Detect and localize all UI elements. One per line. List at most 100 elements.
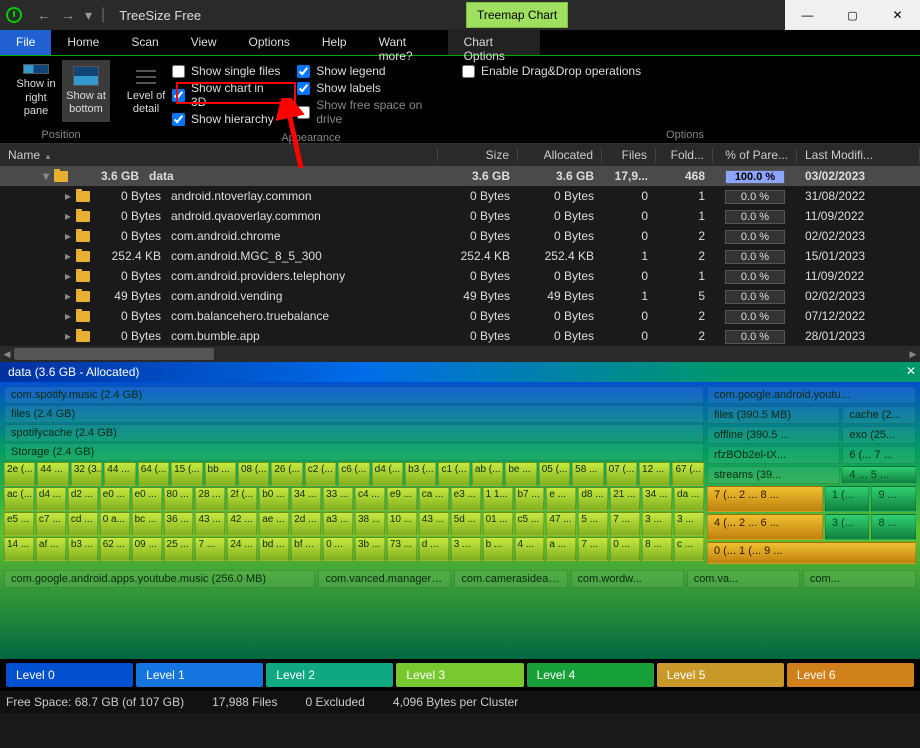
treemap-cell[interactable]: bb ...	[205, 462, 236, 486]
treemap-cell[interactable]: c2 (...	[305, 462, 336, 486]
treemap-cell[interactable]: c5 ...	[515, 512, 545, 536]
treemap-cell[interactable]: 07 (...	[606, 462, 637, 486]
treemap-cell[interactable]: be ...	[505, 462, 536, 486]
expand-icon[interactable]: ▸	[62, 329, 74, 343]
treemap-cell[interactable]: 62 ...	[100, 537, 130, 561]
treemap-cell[interactable]: exo (25...	[842, 426, 916, 444]
col-files[interactable]: Files	[602, 148, 656, 162]
treemap-cell[interactable]: 26 (...	[271, 462, 302, 486]
treemap-cell[interactable]: 5d ...	[451, 512, 481, 536]
treemap-cell[interactable]: 7 (... 2 ... 8 ...	[707, 486, 823, 512]
table-row[interactable]: ▸0 Bytescom.android.providers.telephony0…	[0, 266, 920, 286]
treemap-cell[interactable]: 9 ...	[871, 486, 916, 512]
treemap-cell[interactable]: 8 ...	[642, 537, 672, 561]
legend-level-6[interactable]: Level 6	[787, 663, 914, 687]
treemap-cell[interactable]: a ...	[546, 537, 576, 561]
treemap-cell[interactable]: ab (...	[472, 462, 503, 486]
treemap-cell[interactable]: 44 ...	[37, 462, 68, 486]
treemap-cell[interactable]: com.google.android.apps.youtube.music (2…	[4, 570, 315, 588]
treemap-chart[interactable]: com.spotify.music (2.4 GB)files (2.4 GB)…	[0, 382, 920, 659]
expand-icon[interactable]: ▸	[62, 209, 74, 223]
scroll-right-icon[interactable]: ▶	[906, 346, 920, 362]
treemap-cell[interactable]: d4 (...	[372, 462, 403, 486]
treemap-cell[interactable]: bc ...	[132, 512, 162, 536]
treemap-cell[interactable]: c1 (...	[438, 462, 469, 486]
treemap-cell[interactable]: 15 (...	[171, 462, 202, 486]
treemap-cell[interactable]: c6 (...	[338, 462, 369, 486]
menu-help[interactable]: Help	[306, 30, 363, 55]
col-percent[interactable]: % of Pare...	[713, 148, 797, 162]
expand-icon[interactable]: ▸	[62, 189, 74, 203]
treemap-cell[interactable]: b ...	[483, 537, 513, 561]
chk-show-chart-3d[interactable]: Show chart in 3D	[172, 81, 281, 109]
treemap-cell[interactable]: com.spotify.music (2.4 GB)	[4, 386, 704, 404]
treemap-cell[interactable]: c7 ...	[36, 512, 66, 536]
treemap-cell[interactable]: 3 ...	[674, 512, 704, 536]
treemap-cell[interactable]: da ...	[674, 487, 704, 511]
scroll-left-icon[interactable]: ◀	[0, 346, 14, 362]
treemap-cell[interactable]: 36 ...	[164, 512, 194, 536]
treemap-cell[interactable]: 01 ...	[483, 512, 513, 536]
treemap-cell[interactable]: Storage (2.4 GB)	[4, 443, 704, 461]
chk-show-single-files[interactable]: Show single files	[172, 64, 281, 78]
treemap-cell[interactable]: a3 ...	[323, 512, 353, 536]
menu-home[interactable]: Home	[51, 30, 115, 55]
treemap-cell[interactable]: 25 ...	[164, 537, 194, 561]
treemap-cell[interactable]: 7 ...	[195, 537, 225, 561]
col-folders[interactable]: Fold...	[656, 148, 713, 162]
treemap-cell[interactable]: 2e (...	[4, 462, 35, 486]
col-size[interactable]: Size	[438, 148, 518, 162]
table-row[interactable]: ▸0 Bytescom.bumble.app0 Bytes0 Bytes020.…	[0, 326, 920, 346]
treemap-cell[interactable]: 4 ... 5 ...	[842, 466, 916, 484]
treemap-cell[interactable]: 34 ...	[291, 487, 321, 511]
expand-icon[interactable]: ▸	[62, 309, 74, 323]
treemap-cell[interactable]: 58 ...	[572, 462, 603, 486]
nav-back-icon[interactable]: ←	[34, 7, 54, 24]
treemap-cell[interactable]: 42 ...	[227, 512, 257, 536]
grid-scrollbar-h[interactable]: ◀ ▶	[0, 346, 920, 362]
treemap-cell[interactable]: e ...	[546, 487, 576, 511]
treemap-cell[interactable]: 0 (... 1 (... 9 ...	[707, 542, 916, 564]
treemap-cell[interactable]: 47 ...	[546, 512, 576, 536]
treemap-cell[interactable]: ac (...	[4, 487, 34, 511]
treemap-cell[interactable]: e3 ...	[451, 487, 481, 511]
treemap-cell[interactable]: 64 (...	[138, 462, 169, 486]
treemap-cell[interactable]: cd ...	[68, 512, 98, 536]
legend-level-3[interactable]: Level 3	[396, 663, 523, 687]
treemap-cell[interactable]: com.vanced.manager (1...	[318, 570, 451, 588]
treemap-cell[interactable]: 1 1...	[483, 487, 513, 511]
treemap-cell[interactable]: com...	[803, 570, 916, 588]
menu-file[interactable]: File	[0, 30, 51, 55]
scroll-thumb[interactable]	[14, 348, 214, 360]
menu-options[interactable]: Options	[233, 30, 306, 55]
treemap-cell[interactable]: ae ...	[259, 512, 289, 536]
treemap-cell[interactable]: ca ...	[419, 487, 449, 511]
window-close-icon[interactable]	[875, 0, 920, 30]
treemap-cell[interactable]: af ...	[36, 537, 66, 561]
legend-level-4[interactable]: Level 4	[527, 663, 654, 687]
treemap-cell[interactable]: 12 ...	[639, 462, 670, 486]
treemap-cell[interactable]: rfzBOb2el-tX...	[707, 446, 840, 464]
treemap-cell[interactable]: e0 ...	[132, 487, 162, 511]
treemap-cell[interactable]: 73 ...	[387, 537, 417, 561]
treemap-cell[interactable]: 28 ...	[195, 487, 225, 511]
window-maximize-icon[interactable]	[830, 0, 875, 30]
treemap-cell[interactable]: bd ...	[259, 537, 289, 561]
treemap-cell[interactable]: 05 (...	[539, 462, 570, 486]
chk-enable-dragdrop[interactable]: Enable Drag&Drop operations	[462, 64, 908, 78]
chk-show-free-space[interactable]: Show free space on drive	[297, 98, 450, 126]
treemap-cell[interactable]: b0 ...	[259, 487, 289, 511]
expand-icon[interactable]: ▸	[62, 289, 74, 303]
treemap-cell[interactable]: com.wordw...	[571, 570, 684, 588]
table-row[interactable]: ▸0 Bytesandroid.ntoverlay.common0 Bytes0…	[0, 186, 920, 206]
level-of-detail-button[interactable]: Level of detail	[122, 60, 170, 122]
table-row[interactable]: ▸0 Bytesandroid.qvaoverlay.common0 Bytes…	[0, 206, 920, 226]
nav-dropdown-icon[interactable]: ▾	[82, 7, 95, 24]
table-row[interactable]: ▾3.6 GBdata3.6 GB3.6 GB17,9...468100.0 %…	[0, 166, 920, 186]
treemap-cell[interactable]: 2f (...	[227, 487, 257, 511]
menu-view[interactable]: View	[175, 30, 233, 55]
menu-chart-options[interactable]: Chart Options	[448, 30, 540, 55]
treemap-cell[interactable]: 0 ...	[610, 537, 640, 561]
contextual-tab-treemap[interactable]: Treemap Chart	[466, 2, 568, 28]
legend-level-1[interactable]: Level 1	[136, 663, 263, 687]
